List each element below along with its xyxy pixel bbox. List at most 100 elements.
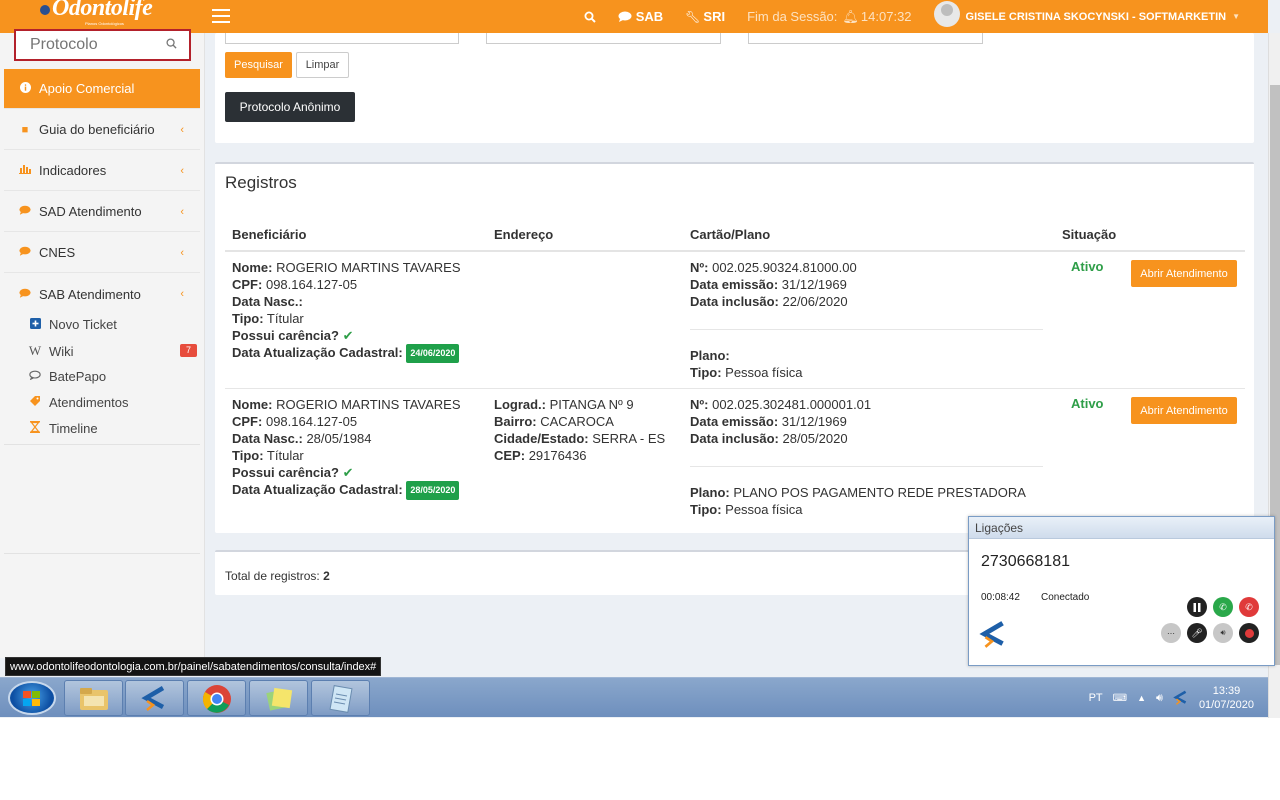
tray-expand-icon[interactable]: ▲ <box>1137 693 1146 703</box>
sidebar-item-sad-atendimento[interactable]: SAD Atendimento ‹ <box>4 192 200 232</box>
sidebar-item-sab-atendimento[interactable]: SAB Atendimento ‹ <box>4 274 200 314</box>
wiki-count-badge: 7 <box>180 344 197 357</box>
anonymous-protocol-button[interactable]: Protocolo Anônimo <box>225 92 355 122</box>
keyboard-icon[interactable]: ⌨ <box>1113 693 1127 704</box>
system-tray: PT ⌨ ▲ 🔊︎ 13:39 01/07/2020 <box>1089 678 1254 718</box>
mute-button[interactable]: 🎤︎ <box>1187 623 1207 643</box>
update-date-badge: 28/05/2020 <box>406 481 460 500</box>
check-icon: ✔ <box>342 465 354 480</box>
taskbar-sticky-notes[interactable] <box>249 680 308 716</box>
sidebar-item-indicadores[interactable]: Indicadores ‹ <box>4 151 200 191</box>
open-attendance-button[interactable]: Abrir Atendimento <box>1131 260 1237 287</box>
sab-link[interactable]: SAB <box>618 9 663 24</box>
wikipedia-icon: W <box>28 343 42 358</box>
clear-button[interactable]: Limpar <box>296 52 349 78</box>
call-duration: 00:08:42 <box>981 592 1020 603</box>
filter-field[interactable] <box>225 33 459 44</box>
submenu-wiki[interactable]: W Wiki <box>28 343 74 359</box>
sidebar-item-apoio-comercial[interactable]: Apoio Comercial <box>4 69 200 109</box>
top-right-menu: SAB 🔧︎ SRI Fim da Sessão: 🔔︎ 14:07:32 GI… <box>562 0 1240 33</box>
taskbar-softphone[interactable] <box>125 680 184 716</box>
issue-date: 31/12/1969 <box>781 277 847 292</box>
search-button[interactable]: Pesquisar <box>225 52 292 78</box>
submenu-novo-ticket[interactable]: Novo Ticket <box>28 317 117 332</box>
sidebar-item-cnes[interactable]: CNES ‹ <box>4 233 200 273</box>
hangup-button[interactable]: ✆ <box>1239 597 1259 617</box>
start-button[interactable] <box>8 681 56 715</box>
softphone-tray-icon[interactable] <box>1173 689 1189 707</box>
beneficiary-type: Títular <box>266 448 304 463</box>
beneficiary-name: ROGERIO MARTINS TAVARES <box>276 260 461 275</box>
taskbar-notepad[interactable] <box>311 680 370 716</box>
plus-square-icon <box>28 317 42 332</box>
user-menu[interactable]: GISELE CRISTINA SKOCYNSKI - SOFTMARKETIN… <box>933 0 1240 27</box>
column-header-cartao-plano: Cartão/Plano <box>690 227 771 242</box>
windows-logo-icon <box>23 691 41 707</box>
protocol-search[interactable] <box>14 29 191 61</box>
softphone-title[interactable]: Ligações <box>969 517 1274 539</box>
microphone-off-icon: 🎤︎ <box>1191 627 1203 638</box>
column-header-endereco: Endereço <box>494 227 554 242</box>
inclusion-date: 22/06/2020 <box>782 294 848 309</box>
submenu-atendimentos[interactable]: Atendimentos <box>28 395 129 410</box>
header-search-icon[interactable] <box>584 11 596 23</box>
submenu-timeline[interactable]: Timeline <box>28 421 98 436</box>
tag-icon <box>28 395 42 410</box>
postal-code: 29176436 <box>528 448 587 463</box>
volume-button[interactable]: 🔊︎ <box>1213 623 1233 643</box>
open-attendance-button[interactable]: Abrir Atendimento <box>1131 397 1237 424</box>
softphone-logo-icon <box>141 686 165 711</box>
search-icon[interactable] <box>166 38 177 52</box>
bar-chart-icon <box>17 164 33 177</box>
language-indicator[interactable]: PT <box>1089 692 1103 704</box>
menu-toggle-icon[interactable] <box>212 9 230 27</box>
hangup-icon: ✆ <box>1245 601 1253 612</box>
filter-field[interactable] <box>748 33 983 44</box>
column-header-situacao: Situação <box>1062 227 1117 242</box>
record-icon <box>1244 628 1254 638</box>
chat-outline-icon <box>28 370 42 383</box>
card-number: 002.025.90324.81000.00 <box>712 260 857 275</box>
phone-transfer-icon: ✆ <box>1219 601 1227 612</box>
inclusion-date: 28/05/2020 <box>782 431 848 446</box>
plan-type: Pessoa física <box>725 365 803 380</box>
pause-button[interactable] <box>1187 597 1207 617</box>
total-records: Total de registros: 2 <box>225 569 330 583</box>
birth-date: 28/05/1984 <box>306 431 372 446</box>
column-header-beneficiario: Beneficiário <box>232 227 307 242</box>
system-clock[interactable]: 13:39 01/07/2020 <box>1199 684 1254 712</box>
softphone-widget: Ligações 2730668181 00:08:42 Conectado ✆… <box>968 516 1275 666</box>
folder-icon <box>80 688 108 710</box>
filter-field[interactable] <box>486 33 721 44</box>
row-divider <box>225 388 1245 389</box>
logo-heart-icon <box>40 5 50 15</box>
sidebar-item-guia-beneficiario[interactable]: ■ Guia do beneficiário ‹ <box>4 110 200 150</box>
submenu-batepapo[interactable]: BatePapo <box>28 369 106 384</box>
status-badge: Ativo <box>1071 259 1104 274</box>
caret-down-icon: ▼ <box>1232 12 1240 21</box>
status-badge: Ativo <box>1071 396 1104 411</box>
protocol-search-input[interactable] <box>30 36 150 54</box>
street-address: PITANGA Nº 9 <box>549 397 634 412</box>
softphone-logo-icon <box>979 621 1004 648</box>
plan-type: Pessoa física <box>725 502 803 517</box>
call-number: 2730668181 <box>981 553 1070 570</box>
chevron-left-icon: ‹ <box>180 164 184 177</box>
transfer-call-button[interactable]: ✆ <box>1213 597 1233 617</box>
beneficiary-name: ROGERIO MARTINS TAVARES <box>276 397 461 412</box>
sri-link[interactable]: 🔧︎ SRI <box>685 9 725 24</box>
sticky-notes-icon <box>266 687 293 711</box>
chevron-left-icon: ‹ <box>180 288 184 300</box>
record-button[interactable] <box>1239 623 1259 643</box>
card-number: 002.025.302481.000001.01 <box>712 397 872 412</box>
logo-subtitle: Planos Odontológicos <box>85 21 124 26</box>
taskbar-chrome[interactable] <box>187 680 246 716</box>
session-timer: Fim da Sessão: 🔔︎ 14:07:32 <box>747 8 912 25</box>
volume-icon[interactable]: 🔊︎ <box>1156 692 1163 705</box>
wrench-icon: 🔧︎ <box>685 9 701 24</box>
records-title: Registros <box>225 173 297 192</box>
taskbar-explorer[interactable] <box>64 680 123 716</box>
keypad-button[interactable]: ⋯ <box>1161 623 1181 643</box>
card-plan-divider <box>690 329 1043 330</box>
volume-icon: 🔊︎ <box>1220 628 1226 637</box>
